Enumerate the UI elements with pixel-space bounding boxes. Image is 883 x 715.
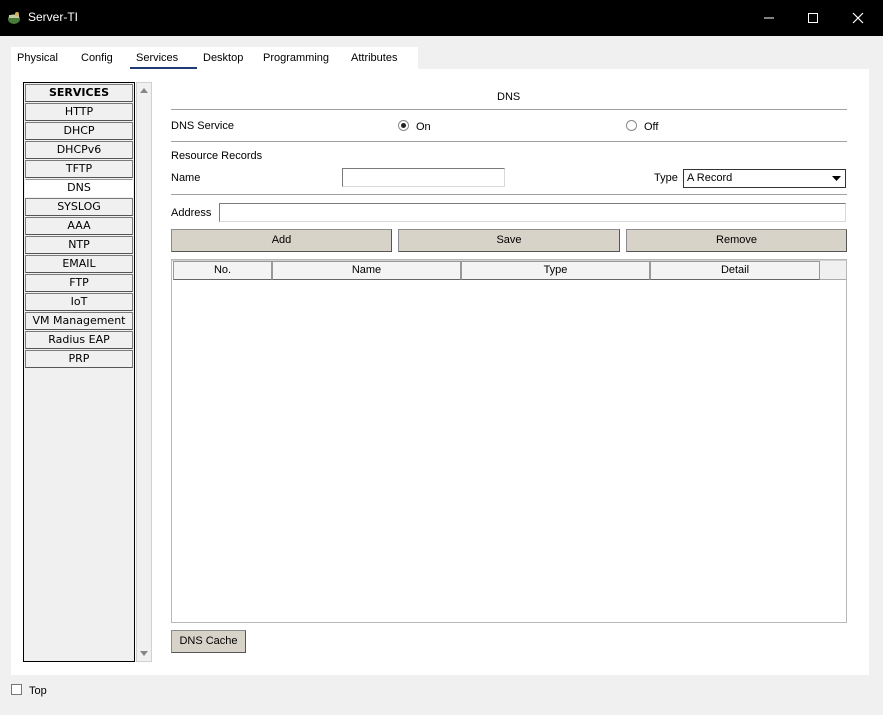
- top-label[interactable]: Top: [29, 685, 47, 697]
- tab-config[interactable]: Config: [75, 47, 130, 69]
- service-item-dns[interactable]: DNS: [25, 179, 133, 197]
- services-list: SERVICES HTTP DHCP DHCPv6 TFTP DNS SYSLO…: [23, 82, 135, 662]
- chevron-down-icon: [832, 176, 841, 181]
- window-title: Server-TI: [28, 10, 79, 24]
- tab-desktop[interactable]: Desktop: [197, 47, 257, 69]
- service-item-ntp[interactable]: NTP: [25, 236, 133, 254]
- service-item-tftp[interactable]: TFTP: [25, 160, 133, 178]
- dns-service-label: DNS Service: [171, 120, 234, 132]
- divider: [171, 141, 847, 142]
- service-item-dhcp[interactable]: DHCP: [25, 122, 133, 140]
- close-button[interactable]: [835, 0, 881, 36]
- dns-on-radio[interactable]: [398, 120, 409, 131]
- services-header: SERVICES: [25, 84, 133, 102]
- dns-off-label[interactable]: Off: [644, 121, 658, 133]
- tab-attributes[interactable]: Attributes: [345, 47, 418, 69]
- divider: [171, 194, 847, 195]
- type-select-value: A Record: [687, 172, 733, 184]
- app-icon: [8, 12, 20, 24]
- close-icon: [852, 12, 864, 24]
- dns-section-title: DNS: [497, 91, 521, 103]
- service-item-syslog[interactable]: SYSLOG: [25, 198, 133, 216]
- dns-records-table[interactable]: No. Name Type Detail: [171, 259, 847, 623]
- add-button[interactable]: Add: [171, 229, 392, 252]
- name-label: Name: [171, 172, 201, 184]
- service-item-prp[interactable]: PRP: [25, 350, 133, 368]
- service-item-iot[interactable]: IoT: [25, 293, 133, 311]
- service-item-aaa[interactable]: AAA: [25, 217, 133, 235]
- save-button[interactable]: Save: [398, 229, 620, 252]
- minimize-icon: [764, 17, 774, 19]
- scroll-down-icon[interactable]: [139, 648, 149, 658]
- tab-physical[interactable]: Physical: [11, 47, 75, 69]
- dns-on-label[interactable]: On: [416, 121, 431, 133]
- table-header-no[interactable]: No.: [173, 261, 272, 280]
- resource-records-label: Resource Records: [171, 150, 263, 162]
- maximize-icon: [808, 13, 818, 23]
- minimize-button[interactable]: [746, 0, 792, 36]
- services-scrollbar[interactable]: [136, 82, 152, 662]
- service-item-radius-eap[interactable]: Radius EAP: [25, 331, 133, 349]
- address-label: Address: [171, 207, 212, 219]
- address-input[interactable]: [219, 203, 846, 222]
- title-bar: Server-TI: [0, 0, 883, 36]
- service-item-http[interactable]: HTTP: [25, 103, 133, 121]
- dns-cache-button[interactable]: DNS Cache: [171, 630, 246, 653]
- table-header-name[interactable]: Name: [272, 261, 461, 280]
- service-item-vm-management[interactable]: VM Management: [25, 312, 133, 330]
- top-checkbox[interactable]: [11, 684, 22, 695]
- tab-services[interactable]: Services: [130, 47, 197, 70]
- service-item-dhcpv6[interactable]: DHCPv6: [25, 141, 133, 159]
- name-input[interactable]: [342, 168, 505, 187]
- service-item-ftp[interactable]: FTP: [25, 274, 133, 292]
- tab-programming[interactable]: Programming: [257, 47, 345, 69]
- table-header-type[interactable]: Type: [461, 261, 650, 280]
- type-select[interactable]: A Record: [683, 169, 846, 188]
- remove-button[interactable]: Remove: [626, 229, 847, 252]
- dns-off-radio[interactable]: [626, 120, 637, 131]
- divider: [171, 109, 847, 110]
- type-label: Type: [654, 172, 678, 184]
- table-header-detail[interactable]: Detail: [650, 261, 820, 280]
- maximize-button[interactable]: [790, 0, 836, 36]
- scroll-up-icon[interactable]: [139, 86, 149, 96]
- table-header-filler: [820, 261, 846, 280]
- service-item-email[interactable]: EMAIL: [25, 255, 133, 273]
